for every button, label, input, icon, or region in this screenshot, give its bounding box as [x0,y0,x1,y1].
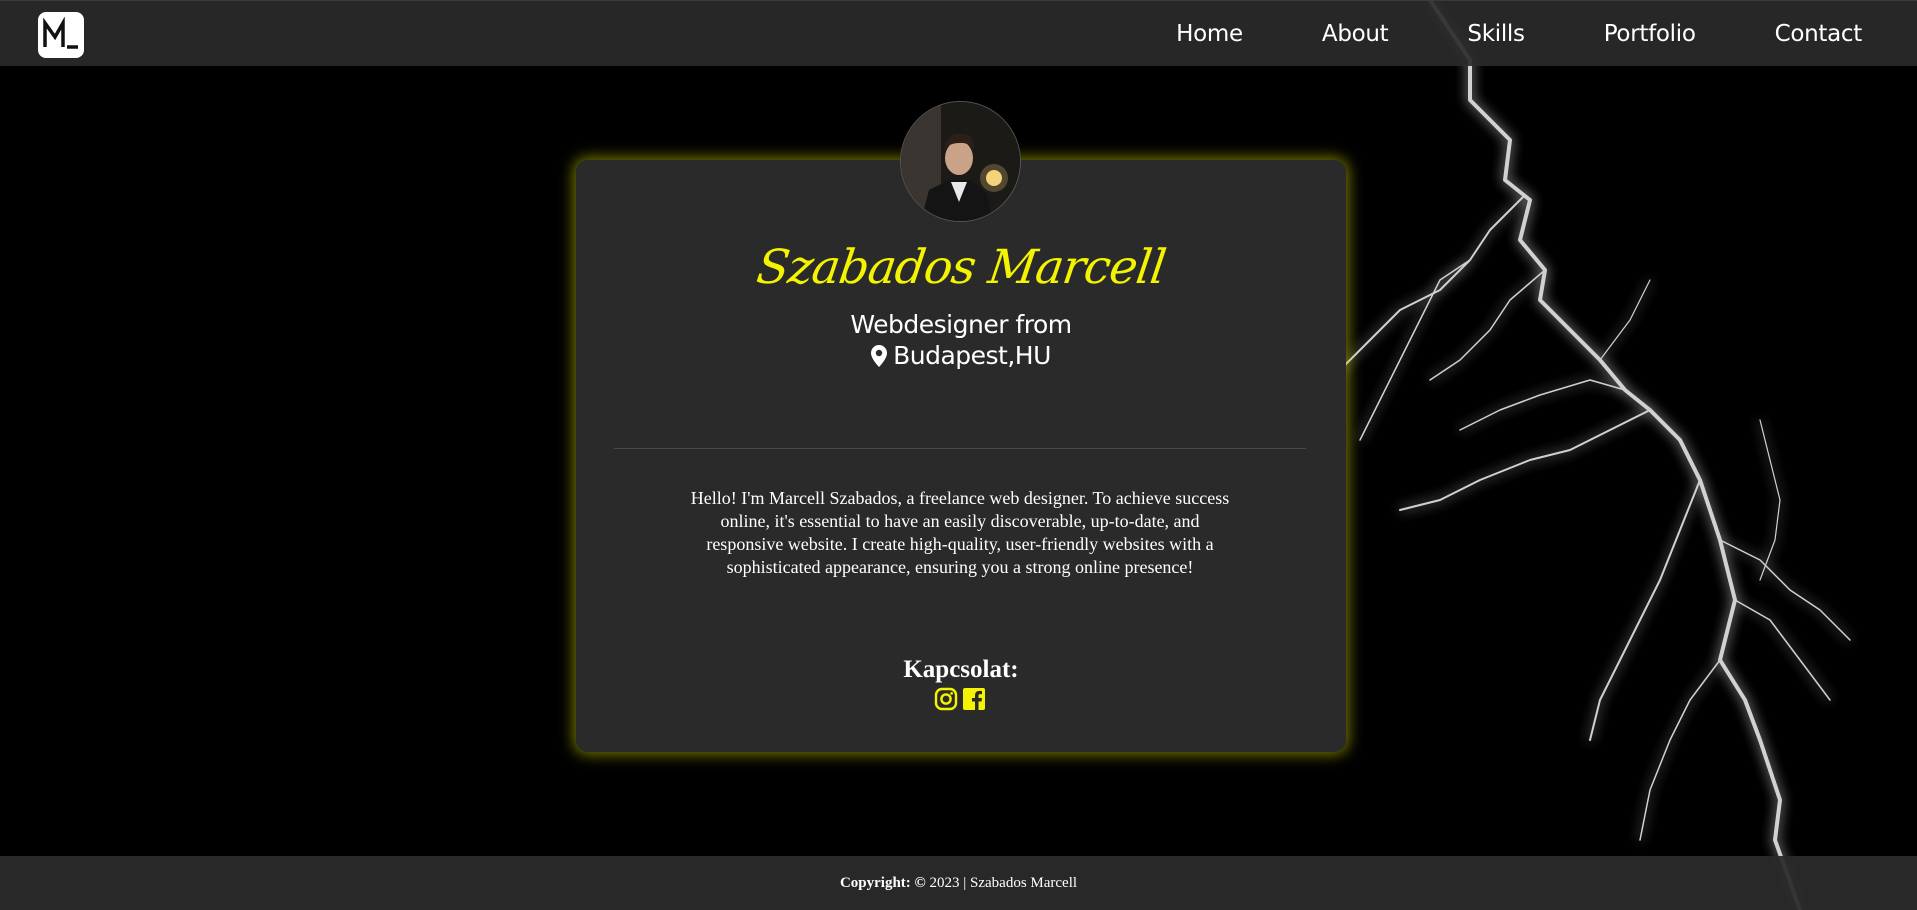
instagram-icon[interactable] [934,687,958,711]
facebook-icon[interactable] [962,687,986,711]
profile-subtitle: Webdesigner from Budapest,HU [576,309,1346,374]
bio-text: Hello! I'm Marcell Szabados, a freelance… [690,488,1230,577]
copyright-text: 2023 | Szabados Marcell [929,875,1078,891]
map-pin-icon [871,343,888,374]
nav-portfolio-link[interactable]: Portfolio [1604,21,1696,47]
profile-name: Szabados Marcell [753,240,1169,295]
nav-links: Home About Skills Portfolio Contact [1176,1,1917,66]
nav-about-link[interactable]: About [1322,21,1389,47]
copyright-icon: © [914,875,926,891]
nav-skills-link[interactable]: Skills [1467,21,1525,47]
logo-icon[interactable] [38,12,84,58]
nav-contact-link[interactable]: Contact [1775,21,1863,47]
subtitle-line: Webdesigner from [850,310,1072,339]
avatar [900,101,1021,222]
copyright-label: Copyright: [839,875,911,891]
location-text: Budapest,HU [893,341,1051,370]
contact-heading: Kapcsolat: [903,656,1019,683]
top-navbar: Home About Skills Portfolio Contact [0,0,1917,66]
avatar-photo [901,102,1020,221]
logo-mark [43,17,78,49]
card-divider [614,448,1306,449]
footer: Copyright: © 2023 | Szabados Marcell [0,856,1917,910]
nav-home-link[interactable]: Home [1176,21,1243,47]
social-links [934,687,986,711]
location-line: Budapest,HU [576,340,1346,374]
